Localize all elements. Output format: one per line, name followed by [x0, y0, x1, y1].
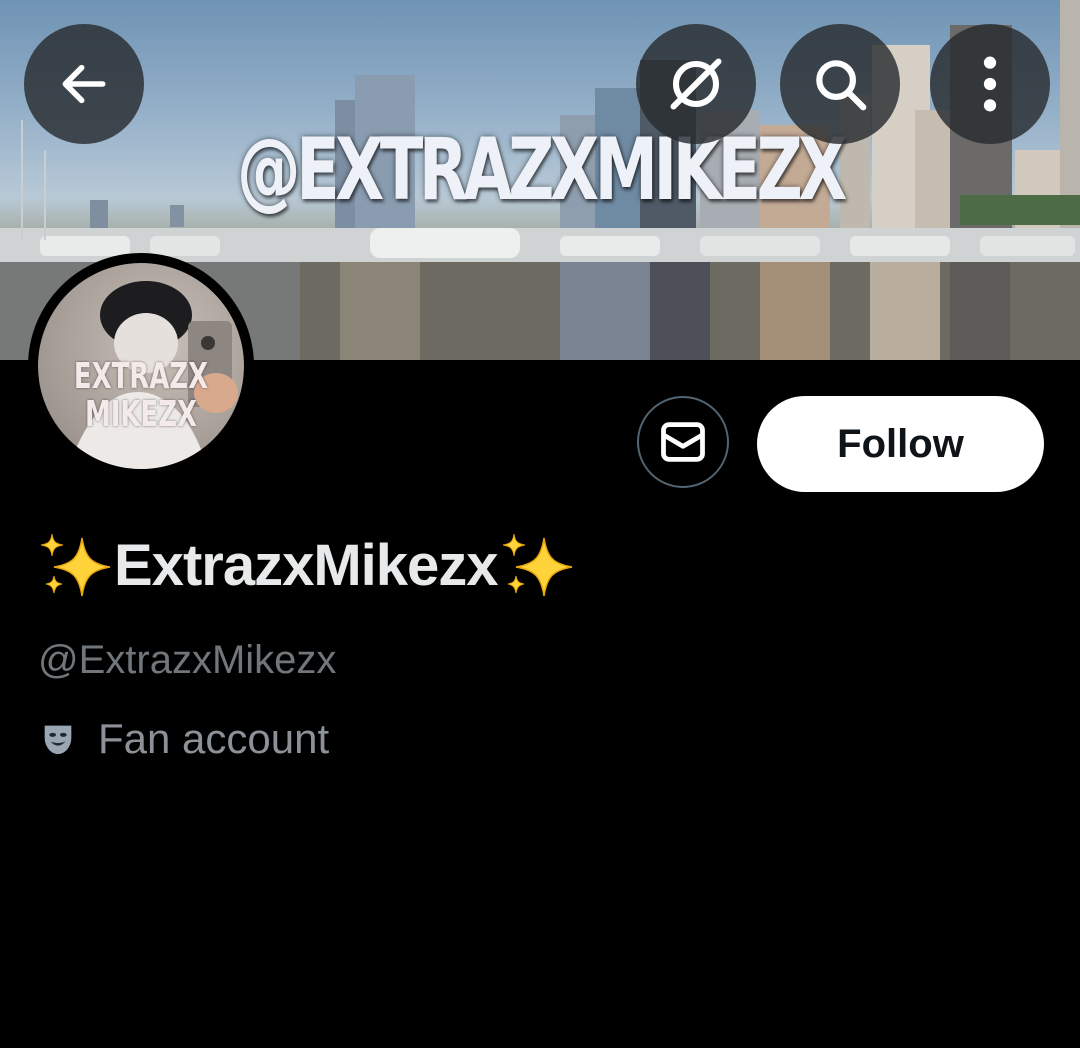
- sparkles-icon: [40, 533, 111, 597]
- display-name-text: ExtrazxMikezx: [114, 532, 499, 598]
- follow-button[interactable]: Follow: [757, 396, 1044, 492]
- envelope-icon: [661, 422, 705, 462]
- more-vertical-icon: [983, 56, 997, 112]
- more-button[interactable]: [930, 24, 1050, 144]
- grok-button[interactable]: [636, 24, 756, 144]
- avatar-text-line1: EXTRAZX: [73, 356, 209, 397]
- display-name: ExtrazxMikezx: [36, 530, 576, 600]
- search-icon: [816, 60, 867, 111]
- message-button[interactable]: [637, 396, 729, 488]
- performing-arts-icon: [44, 725, 72, 754]
- search-button[interactable]: [780, 24, 900, 144]
- profile-handle: @ExtrazxMikezx: [38, 638, 337, 682]
- profile-category: Fan account: [38, 715, 329, 763]
- avatar-image: EXTRAZX MIKEZX: [38, 263, 244, 469]
- grok-icon: [670, 58, 722, 110]
- arrow-left-icon: [62, 64, 106, 104]
- profile-category-text: Fan account: [98, 715, 330, 762]
- sparkles-icon: [502, 533, 572, 597]
- avatar-text-line2: MIKEZX: [84, 394, 198, 435]
- back-button[interactable]: [24, 24, 144, 144]
- profile-avatar[interactable]: EXTRAZX MIKEZX: [28, 253, 254, 479]
